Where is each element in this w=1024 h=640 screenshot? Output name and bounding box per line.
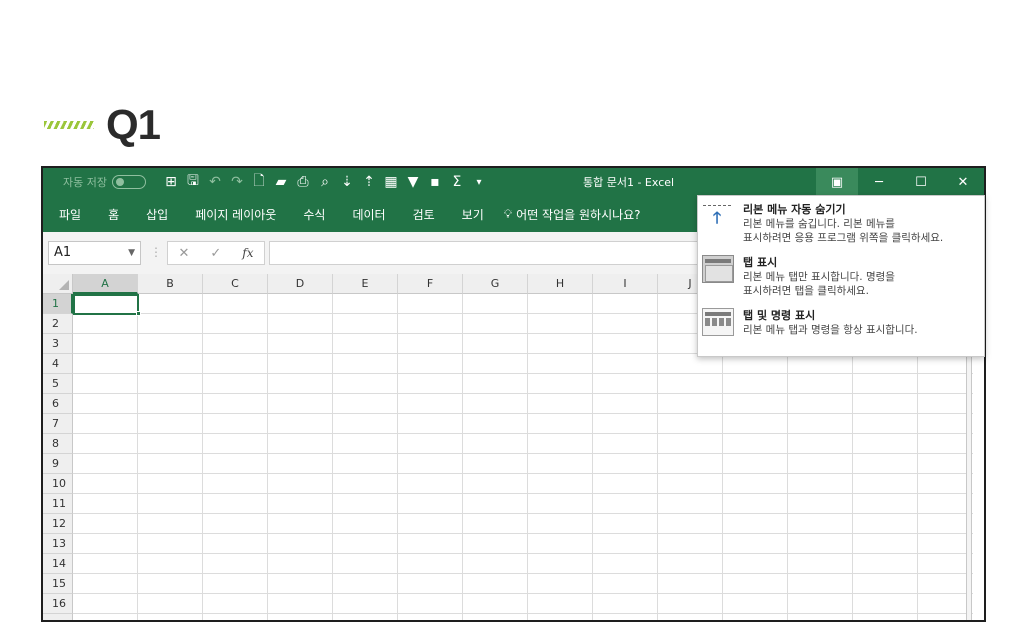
save-icon[interactable]: 🖫 [182,170,204,194]
autosum-icon[interactable]: Σ [446,174,468,190]
autosave-toggle[interactable]: 자동 저장 [63,174,146,190]
column-header[interactable]: D [268,274,333,294]
name-box-value: A1 [54,245,72,260]
filter-icon[interactable]: ▼ [402,174,424,190]
row-header[interactable]: 9 [43,454,73,474]
print-preview-icon[interactable]: ⌕ [314,174,336,190]
toggle-switch-icon[interactable] [111,175,146,189]
tab-formulas[interactable]: 수식 [303,206,325,223]
enter-icon[interactable]: ✓ [210,246,221,261]
row-header[interactable]: 7 [43,414,73,434]
window-title: 통합 문서1 - Excel [583,176,675,189]
option-show-tabs[interactable]: 탭 표시 리본 메뉴 탭만 표시합니다. 명령을 표시하려면 탭을 클릭하세요. [702,255,982,298]
title-bar: 자동 저장 ⊞ 🖫 ↶ ↷ 🗋 ▰ ⎙ ⌕ ⇣ ⇡ ▦ ▼ ▪ Σ ▾ 통합 문… [43,168,984,196]
grid-view-icon[interactable]: ⊞ [160,174,182,190]
formula-buttons: ✕ ✓ fx [167,241,265,265]
row-header[interactable]: 10 [43,474,73,494]
quick-access-toolbar: 자동 저장 ⊞ 🖫 ↶ ↷ 🗋 ▰ ⎙ ⌕ ⇣ ⇡ ▦ ▼ ▪ Σ ▾ [43,168,490,196]
column-header[interactable]: H [528,274,593,294]
row-header[interactable]: 6 [43,394,73,414]
show-tabs-icon [702,255,734,283]
row-header[interactable]: 15 [43,574,73,594]
ribbon-display-options-menu: 🡑 리본 메뉴 자동 숨기기 리본 메뉴를 숨깁니다. 리본 메뉴를 표시하려면… [697,195,985,357]
decorative-stripes [44,121,94,129]
select-all-button[interactable] [43,274,73,294]
chevron-down-icon[interactable]: ▼ [128,242,135,264]
toolbox-icon[interactable]: ▪ [424,174,446,190]
option-title: 리본 메뉴 자동 숨기기 [743,203,846,216]
open-folder-icon[interactable]: ▰ [270,174,292,190]
print-icon[interactable]: ⎙ [292,174,314,190]
column-header[interactable]: F [398,274,463,294]
tab-data[interactable]: 데이터 [352,206,385,223]
minimize-icon: ─ [875,174,883,190]
option-show-tabs-and-commands[interactable]: 탭 및 명령 표시 리본 메뉴 탭과 명령을 항상 표시합니다. [702,308,982,337]
row-header[interactable]: 13 [43,534,73,554]
tab-review[interactable]: 검토 [413,206,435,223]
minimize-button[interactable]: ─ [858,168,900,196]
option-description: 리본 메뉴 탭만 표시합니다. 명령을 [743,271,895,283]
row-header[interactable]: 16 [43,594,73,614]
tab-home[interactable]: 홈 [108,206,119,223]
customize-qat-icon[interactable]: ▾ [468,177,490,188]
row-header[interactable]: 8 [43,434,73,454]
undo-icon[interactable]: ↶ [204,174,226,190]
show-tabs-commands-icon [702,308,734,336]
tab-insert[interactable]: 삽입 [146,206,168,223]
tab-file[interactable]: 파일 [59,206,81,223]
row-header[interactable]: 14 [43,554,73,574]
auto-hide-ribbon-icon: 🡑 [702,202,734,230]
active-cell[interactable] [73,294,139,315]
row-header[interactable]: 3 [43,334,73,354]
option-description: 리본 메뉴를 숨깁니다. 리본 메뉴를 [743,218,895,230]
sort-descending-icon[interactable]: ⇡ [358,174,380,190]
drag-handle-icon[interactable]: ⋮ [150,245,162,259]
option-auto-hide-ribbon[interactable]: 🡑 리본 메뉴 자동 숨기기 리본 메뉴를 숨깁니다. 리본 메뉴를 표시하려면… [702,202,982,245]
insert-function-icon[interactable]: fx [242,246,253,260]
maximize-button[interactable]: ☐ [900,168,942,196]
option-description: 표시하려면 응용 프로그램 위쪽을 클릭하세요. [743,232,944,244]
close-icon: ✕ [957,174,969,190]
tell-me-text: 어떤 작업을 원하시나요? [516,207,641,222]
new-document-icon[interactable]: 🗋 [248,170,270,194]
ribbon-display-icon: ▣ [830,174,844,190]
row-header[interactable]: 11 [43,494,73,514]
fill-handle[interactable] [136,311,141,316]
autosave-label: 자동 저장 [63,176,107,189]
ribbon-display-options-button[interactable]: ▣ [816,168,858,196]
sort-ascending-icon[interactable]: ⇣ [336,174,358,190]
window-controls: ▣ ─ ☐ ✕ [816,168,984,196]
redo-icon[interactable]: ↷ [226,174,248,190]
tab-page-layout[interactable]: 페이지 레이아웃 [195,206,276,223]
name-box[interactable]: A1 ▼ [48,241,141,265]
column-header[interactable]: I [593,274,658,294]
table-icon[interactable]: ▦ [380,174,402,190]
column-header[interactable]: A [73,274,138,294]
column-header[interactable]: E [333,274,398,294]
row-header[interactable]: 1 [43,294,73,314]
question-heading: Q1 [44,100,161,150]
option-title: 탭 및 명령 표시 [743,309,816,322]
column-header[interactable]: G [463,274,528,294]
tab-view[interactable]: 보기 [462,206,484,223]
maximize-icon: ☐ [915,174,927,190]
close-button[interactable]: ✕ [942,168,984,196]
option-title: 탭 표시 [743,256,778,269]
question-title: Q1 [106,101,161,148]
row-header[interactable]: 5 [43,374,73,394]
column-header[interactable]: C [203,274,268,294]
lightbulb-icon: 💡︎ [503,206,513,221]
row-header[interactable] [43,614,73,620]
option-description: 표시하려면 탭을 클릭하세요. [743,285,869,297]
option-description: 리본 메뉴 탭과 명령을 항상 표시합니다. [743,324,918,336]
cancel-icon[interactable]: ✕ [178,246,189,261]
row-header[interactable]: 12 [43,514,73,534]
column-header[interactable]: B [138,274,203,294]
row-header[interactable]: 4 [43,354,73,374]
tell-me-search[interactable]: 💡︎ 어떤 작업을 원하시나요? [504,206,641,223]
row-header[interactable]: 2 [43,314,73,334]
